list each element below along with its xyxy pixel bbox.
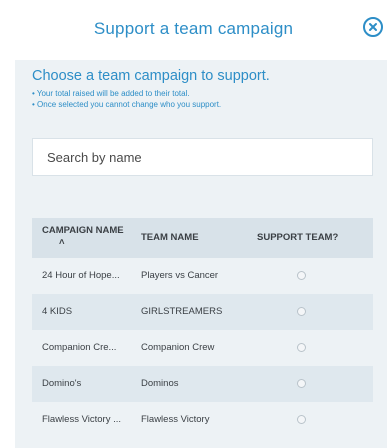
campaign-name: 4 KIDS — [42, 306, 73, 317]
campaign-panel: Choose a team campaign to support. • You… — [15, 60, 387, 448]
team-name: Dominos — [141, 378, 179, 389]
table-row[interactable]: Domino's Dominos — [32, 366, 373, 402]
team-name: Players vs Cancer — [141, 270, 219, 281]
modal-title: Support a team campaign — [93, 19, 294, 38]
campaign-name: 24 Hour of Hope... — [42, 270, 120, 281]
close-circle-icon — [369, 23, 377, 31]
campaign-name: Flawless Victory ... — [42, 414, 122, 425]
team-name: GIRLSTREAMERS — [141, 306, 223, 317]
support-radio[interactable] — [297, 415, 306, 424]
table-row[interactable]: Companion Cre... Companion Crew — [32, 330, 373, 366]
intro-note: • Your total raised will be added to the… — [32, 89, 190, 98]
close-button[interactable] — [363, 17, 383, 37]
support-radio[interactable] — [297, 307, 306, 316]
team-name: Flawless Victory — [141, 414, 210, 425]
column-label: CAMPAIGN NAME — [42, 225, 124, 236]
table-row[interactable]: 24 Hour of Hope... Players vs Cancer — [32, 258, 373, 294]
campaign-name: Companion Cre... — [42, 342, 117, 353]
sort-indicator-icon: ˄ — [59, 237, 65, 248]
column-header-campaign[interactable]: CAMPAIGN NAME ˄ — [42, 225, 124, 249]
support-radio[interactable] — [297, 271, 306, 280]
team-name: Companion Crew — [141, 342, 215, 353]
search-input[interactable] — [32, 138, 373, 176]
table-row[interactable]: Flawless Victory ... Flawless Victory — [32, 402, 373, 438]
column-header-support: SUPPORT TEAM? — [257, 232, 339, 243]
intro-note: • Once selected you cannot change who yo… — [32, 100, 222, 109]
table-row[interactable]: 4 KIDS GIRLSTREAMERS — [32, 294, 373, 330]
column-header-team[interactable]: TEAM NAME — [141, 232, 199, 244]
support-radio[interactable] — [297, 343, 306, 352]
intro-heading: Choose a team campaign to support. — [32, 68, 270, 84]
table-header: CAMPAIGN NAME ˄ TEAM NAME SUPPORT TEAM? — [32, 218, 373, 258]
support-radio[interactable] — [297, 379, 306, 388]
modal-header: Support a team campaign — [0, 0, 387, 60]
campaign-name: Domino's — [42, 378, 82, 389]
